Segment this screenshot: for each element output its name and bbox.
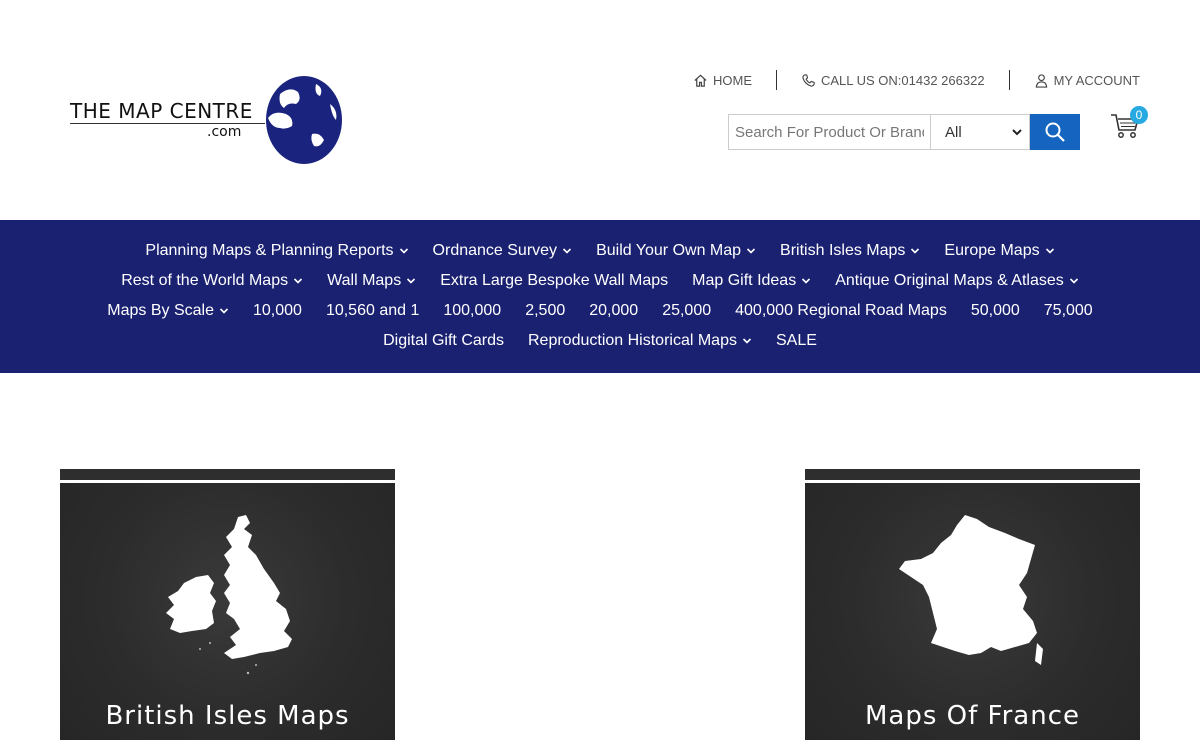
nav-item[interactable]: 400,000 Regional Road Maps xyxy=(735,302,947,320)
nav-item[interactable]: Map Gift Ideas xyxy=(692,272,811,290)
search-icon xyxy=(1045,122,1065,142)
nav-item-label: 2,500 xyxy=(525,302,566,319)
nav-item[interactable]: Ordnance Survey xyxy=(433,242,573,260)
chevron-down-icon xyxy=(219,308,229,314)
tile-body: British Isles Maps xyxy=(60,483,395,740)
nav-item-label: Antique Original Maps & Atlases xyxy=(835,272,1064,289)
nav-item[interactable]: 50,000 xyxy=(971,302,1020,320)
nav-item[interactable]: Planning Maps & Planning Reports xyxy=(145,242,408,260)
globe-icon xyxy=(266,76,342,164)
call-link[interactable]: CALL US ON:01432 266322 xyxy=(801,73,985,88)
tile-top-bar xyxy=(805,469,1140,480)
nav-row: Planning Maps & Planning Reports Ordnance… xyxy=(0,236,1200,266)
nav-item-label: Extra Large Bespoke Wall Maps xyxy=(440,272,669,289)
nav-item-label: Reproduction Historical Maps xyxy=(528,332,737,349)
site-header: The Map Centre .com HOME CALL US ON:0143… xyxy=(0,0,1200,220)
nav-item-label: Europe Maps xyxy=(944,242,1040,259)
nav-item[interactable]: 25,000 xyxy=(662,302,711,320)
nav-item[interactable]: British Isles Maps xyxy=(780,242,920,260)
nav-item[interactable]: Rest of the World Maps xyxy=(121,272,303,290)
category-tile-france[interactable]: Maps Of France xyxy=(805,469,1140,740)
nav-item-label: Ordnance Survey xyxy=(432,242,558,259)
nav-item[interactable]: 10,000 xyxy=(253,302,302,320)
logo-name: The Map Centre xyxy=(70,99,253,123)
nav-item[interactable]: 100,000 xyxy=(443,302,501,320)
chevron-down-icon xyxy=(911,248,920,254)
nav-item[interactable]: Reproduction Historical Maps xyxy=(528,332,752,350)
tile-top-bar xyxy=(60,469,395,480)
nav-item[interactable]: Wall Maps xyxy=(327,272,416,290)
nav-item[interactable]: 75,000 xyxy=(1044,302,1093,320)
chevron-down-icon xyxy=(1069,278,1078,284)
chevron-down-icon xyxy=(294,278,303,284)
nav-item[interactable]: Digital Gift Cards xyxy=(383,332,504,350)
divider xyxy=(775,70,777,90)
nav-row: Digital Gift Cards Reproduction Historica… xyxy=(0,326,1200,356)
search-button[interactable] xyxy=(1030,114,1080,150)
nav-item-label: 20,000 xyxy=(589,302,639,319)
search-input[interactable] xyxy=(728,114,930,150)
chevron-down-icon xyxy=(802,278,811,284)
call-link-label: CALL US ON:01432 266322 xyxy=(820,72,985,88)
tile-title: British Isles Maps xyxy=(105,701,350,731)
nav-item[interactable]: Europe Maps xyxy=(944,242,1054,260)
nav-item-label: 75,000 xyxy=(1043,302,1093,319)
category-tile-british-isles[interactable]: British Isles Maps xyxy=(60,469,395,740)
site-logo[interactable]: The Map Centre .com xyxy=(70,74,345,169)
nav-item[interactable]: Maps By Scale xyxy=(107,302,229,320)
chevron-down-icon xyxy=(399,248,408,254)
nav-item-label: Digital Gift Cards xyxy=(383,332,504,349)
nav-item[interactable]: 20,000 xyxy=(589,302,638,320)
nav-item-label: 25,000 xyxy=(662,302,712,319)
nav-item[interactable]: Build Your Own Map xyxy=(596,242,756,260)
main-nav: Planning Maps & Planning Reports Ordnance… xyxy=(0,220,1200,373)
nav-item-label: British Isles Maps xyxy=(780,242,906,259)
home-link[interactable]: HOME xyxy=(693,73,752,88)
phone-icon xyxy=(802,73,815,87)
nav-row: Rest of the World Maps Wall Maps Extra Lar… xyxy=(0,266,1200,296)
nav-item-label: Planning Maps & Planning Reports xyxy=(145,242,394,259)
nav-item-label: Map Gift Ideas xyxy=(692,272,797,289)
nav-item-label: 100,000 xyxy=(443,302,502,319)
chevron-down-icon xyxy=(1045,248,1054,254)
nav-item-label: 50,000 xyxy=(970,302,1020,319)
search-bar: All xyxy=(728,114,1080,150)
nav-item-label: Rest of the World Maps xyxy=(121,272,289,289)
nav-item[interactable]: 2,500 xyxy=(525,302,565,320)
nav-item[interactable]: SALE xyxy=(776,332,817,350)
nav-item-label: Build Your Own Map xyxy=(596,242,742,259)
home-icon xyxy=(694,74,707,87)
chevron-down-icon xyxy=(742,338,752,344)
tile-title: Maps Of France xyxy=(864,701,1081,731)
home-link-label: HOME xyxy=(712,72,752,88)
france-icon xyxy=(899,515,1043,665)
nav-item-label: SALE xyxy=(775,332,817,349)
cart-button[interactable]: 0 xyxy=(1110,106,1150,144)
account-link[interactable]: MY ACCOUNT xyxy=(1034,73,1140,88)
chevron-down-icon xyxy=(407,278,416,284)
nav-item-label: 10,000 xyxy=(253,302,302,319)
nav-item[interactable]: 10,560 and 1 xyxy=(326,302,419,320)
nav-item[interactable]: Antique Original Maps & Atlases xyxy=(835,272,1079,290)
category-select[interactable]: All xyxy=(930,114,1030,150)
chevron-down-icon xyxy=(562,248,572,254)
chevron-down-icon xyxy=(1012,129,1022,136)
divider xyxy=(1008,70,1010,90)
tile-body: Maps Of France xyxy=(805,483,1140,740)
logo-suffix: .com xyxy=(207,124,242,140)
user-icon xyxy=(1035,73,1047,88)
nav-item-label: 10,560 and 1 xyxy=(325,302,420,319)
category-select-value: All xyxy=(945,123,962,141)
chevron-down-icon xyxy=(746,248,756,254)
nav-row: Maps By Scale 10,000 10,560 and 1 100,000 2,… xyxy=(0,296,1200,326)
nav-item[interactable]: Extra Large Bespoke Wall Maps xyxy=(440,272,668,290)
british-isles-icon xyxy=(166,515,292,675)
nav-item-label: 400,000 Regional Road Maps xyxy=(735,302,947,319)
nav-item-label: Maps By Scale xyxy=(107,302,214,319)
cart-count-badge: 0 xyxy=(1130,106,1148,124)
account-link-label: MY ACCOUNT xyxy=(1053,72,1140,88)
top-links: HOME CALL US ON:01432 266322 MY ACCOUNT xyxy=(693,70,1140,90)
nav-item-label: Wall Maps xyxy=(327,272,402,289)
